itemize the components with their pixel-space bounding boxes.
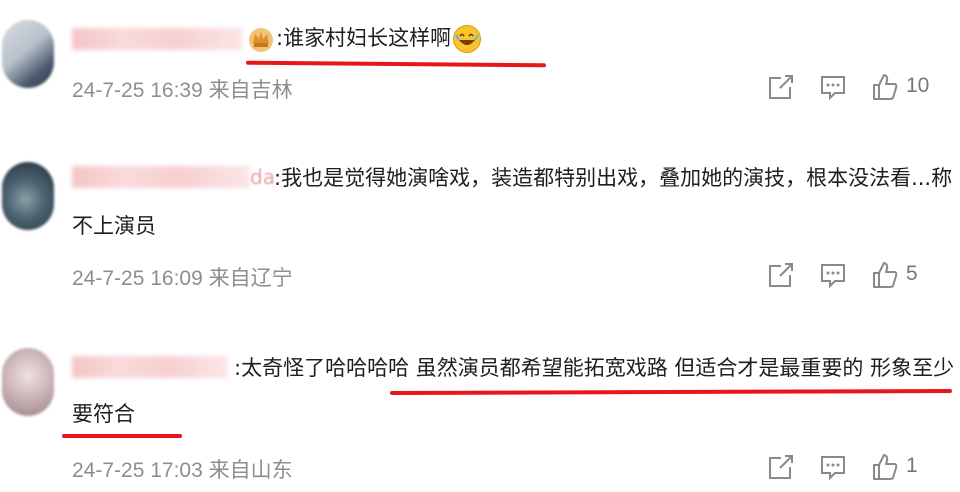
username-tail: da (250, 165, 275, 189)
share-icon[interactable] (766, 72, 796, 102)
avatar[interactable] (2, 20, 54, 88)
red-underline (245, 60, 547, 68)
comment-meta: 24-7-25 16:39 来自吉林 (72, 79, 293, 102)
avatar[interactable] (2, 162, 54, 230)
share-icon[interactable] (766, 452, 796, 482)
username-blurred[interactable] (72, 166, 250, 188)
comment-icon[interactable] (818, 260, 848, 290)
comment-text-line: 要符合 (72, 402, 135, 426)
like-count: 10 (906, 74, 930, 97)
avatar[interactable] (2, 348, 54, 416)
comment-actions: 5 (760, 260, 960, 294)
comment-actions: 1 (760, 452, 960, 486)
comment-meta: 24-7-25 17:03 来自山东 (72, 459, 293, 482)
comment-actions: 10 (760, 72, 960, 106)
like-count: 5 (906, 262, 918, 285)
like-count: 1 (906, 454, 918, 477)
username-blurred[interactable] (72, 28, 242, 50)
red-underline (62, 434, 182, 438)
comment-text-line: :太奇怪了哈哈哈哈 虽然演员都希望能拓宽戏路 但适合才是最重要的 形象至少 (234, 356, 955, 380)
like-icon[interactable] (870, 72, 900, 102)
laughing-emoji-icon (453, 25, 481, 53)
comment-icon[interactable] (818, 452, 848, 482)
comment-text-line: :谁家村妇长这样啊 (276, 26, 452, 50)
comment-icon[interactable] (818, 72, 848, 102)
red-underline (389, 389, 953, 395)
crown-badge-icon (246, 24, 276, 54)
share-icon[interactable] (766, 260, 796, 290)
like-icon[interactable] (870, 260, 900, 290)
like-icon[interactable] (870, 452, 900, 482)
comment-text-line: 不上演员 (72, 214, 156, 238)
comment-meta: 24-7-25 16:09 来自辽宁 (72, 267, 293, 290)
username-blurred[interactable] (72, 356, 228, 378)
comment-text-line: :我也是觉得她演啥戏，装造都特别出戏，叠加她的演技，根本没法看...称 (274, 166, 953, 190)
